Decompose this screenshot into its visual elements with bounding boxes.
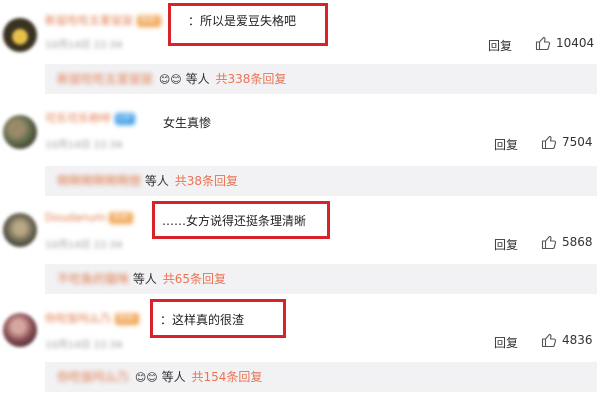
comment-text: ……女方说得还挺条理清晰 — [162, 214, 307, 228]
avatar[interactable] — [3, 213, 37, 247]
like-button[interactable]: 5868 — [541, 234, 593, 250]
reply-others-label: 等人 — [132, 272, 157, 286]
smile-emoji-icon: 😊😊 — [134, 371, 158, 384]
smile-emoji-icon: 😊😊 — [158, 73, 182, 86]
avatar[interactable] — [3, 115, 37, 149]
avatar[interactable] — [3, 313, 37, 347]
comment-text: ：这样真的很渣 — [160, 313, 245, 327]
reply-summary-row[interactable]: 不吃鱼的猫咪 等人 共65条回复 — [45, 264, 597, 294]
comment-text: 女生真惨 — [163, 116, 212, 130]
thumbs-up-icon — [541, 333, 557, 348]
thumbs-up-icon — [541, 235, 557, 250]
thumbs-up-icon — [541, 135, 557, 150]
reply-summary-row[interactable]: 啊啊啊啊啊啊想 等人 共38条回复 — [45, 166, 597, 196]
reply-button[interactable]: 回复 — [488, 37, 512, 54]
like-button[interactable]: 7504 — [541, 134, 593, 150]
reply-summary-row[interactable]: 新鼠吃吃五爱鼠鼠 😊😊 等人 共338条回复 — [45, 64, 597, 94]
reply-total-link[interactable]: 共338条回复 — [215, 72, 286, 86]
reply-username: 新鼠吃吃五爱鼠鼠 — [57, 72, 154, 86]
reply-username: 啊啊啊啊啊啊想 — [57, 174, 142, 188]
reply-button[interactable]: 回复 — [494, 334, 518, 351]
reply-total-link[interactable]: 共65条回复 — [163, 272, 226, 286]
fan-badge: 铁粉 — [114, 313, 139, 325]
reply-total-link[interactable]: 共154条回复 — [191, 370, 262, 384]
reply-others-label: 等人 — [185, 72, 210, 86]
timestamp: 10月14日 22:34 — [45, 140, 123, 151]
like-count: 10404 — [556, 36, 595, 50]
like-count: 7504 — [562, 135, 593, 149]
reply-button[interactable]: 回复 — [494, 236, 518, 253]
like-button[interactable]: 10404 — [535, 35, 594, 51]
reply-others-label: 等人 — [144, 174, 169, 188]
like-count: 5868 — [562, 235, 593, 249]
timestamp: 10月14日 22:34 — [45, 240, 123, 251]
reply-total-link[interactable]: 共38条回复 — [175, 174, 238, 188]
avatar[interactable] — [3, 18, 37, 52]
fan-badge: 铁粉 — [109, 212, 134, 224]
username[interactable]: 可乐可乐称呼 VIP — [45, 110, 135, 126]
username[interactable]: 新鼠吃吃五爱鼠鼠 铁粉 — [45, 12, 161, 28]
like-count: 4836 — [562, 333, 593, 347]
fan-badge: 铁粉 — [136, 15, 161, 27]
reply-others-label: 等人 — [161, 370, 186, 384]
reply-username: 你吃饭吗么乃 — [57, 370, 130, 384]
timestamp: 10月14日 22:34 — [45, 40, 123, 51]
reply-summary-row[interactable]: 你吃饭吗么乃 😊😊 等人 共154条回复 — [45, 362, 597, 392]
timestamp: 10月14日 22:34 — [45, 340, 123, 351]
username[interactable]: Doudanum 铁粉 — [45, 211, 134, 224]
username[interactable]: 你吃饭吗么乃 铁粉 — [45, 310, 139, 326]
thumbs-up-icon — [535, 36, 551, 51]
like-button[interactable]: 4836 — [541, 332, 593, 348]
reply-username: 不吃鱼的猫咪 — [57, 272, 130, 286]
vip-badge: VIP — [114, 113, 135, 125]
reply-button[interactable]: 回复 — [494, 136, 518, 153]
comment-text: ：所以是爱豆失格吧 — [188, 14, 297, 28]
